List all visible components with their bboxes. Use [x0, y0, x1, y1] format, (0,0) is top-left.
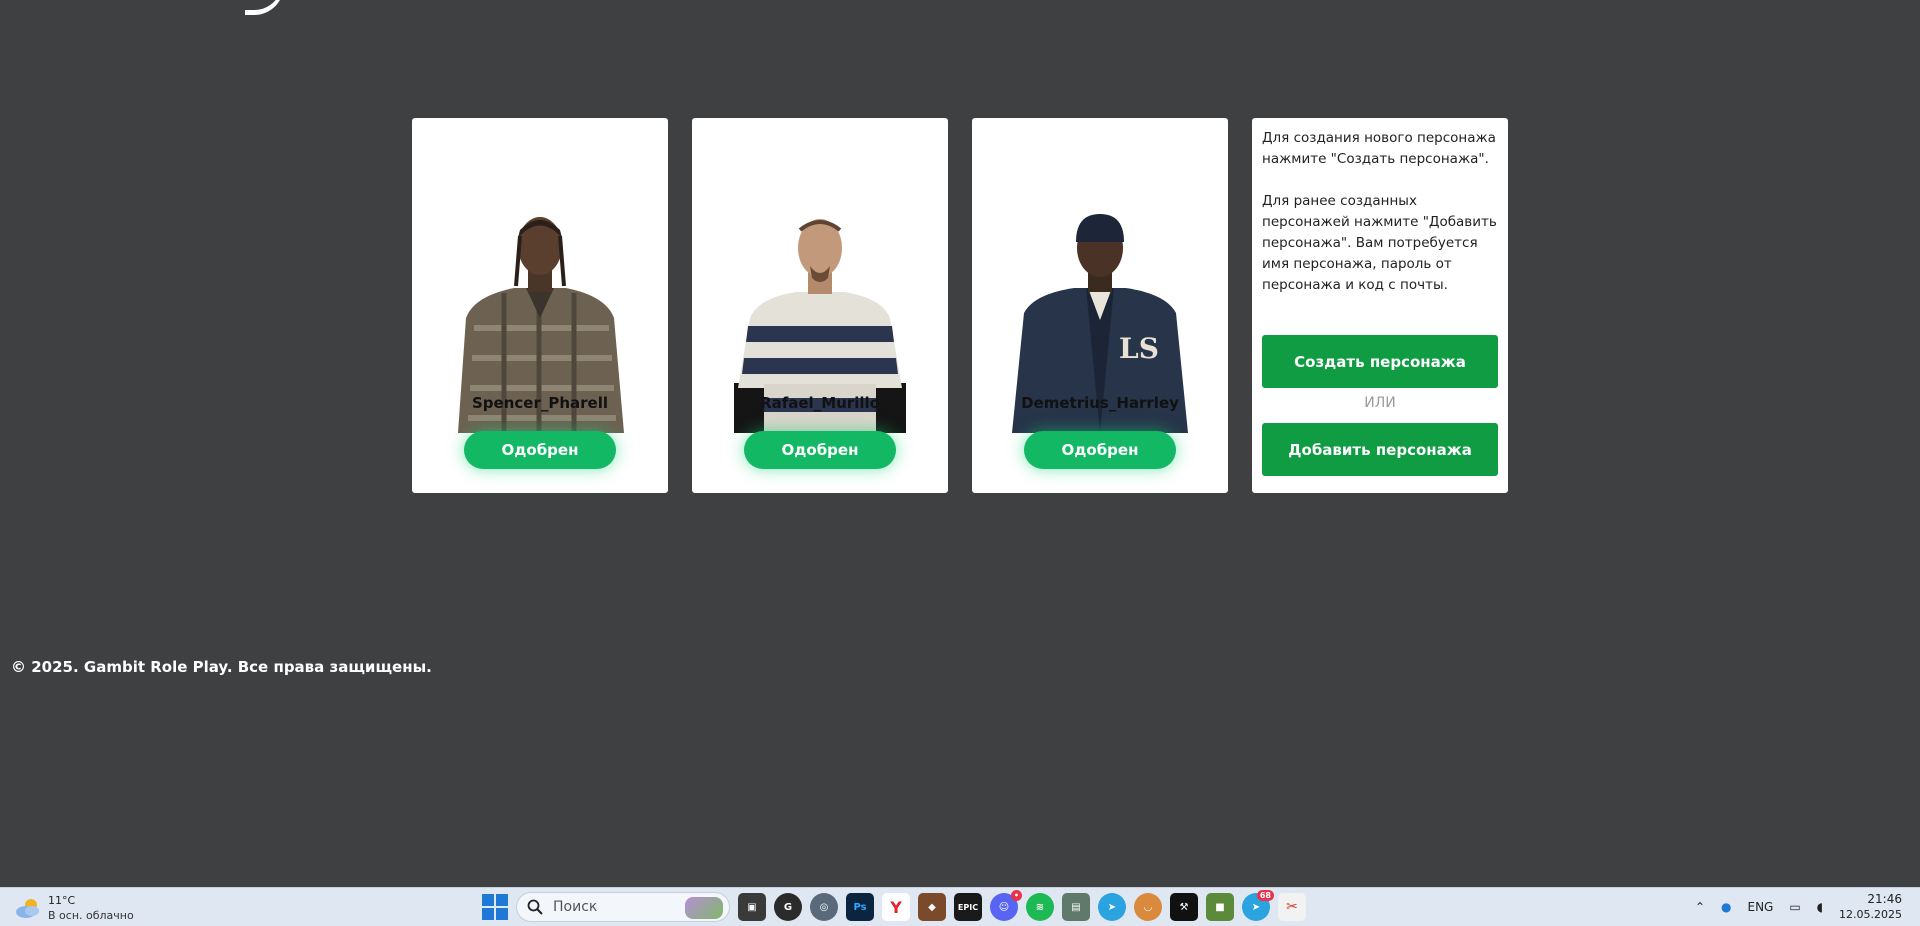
- create-character-button[interactable]: Создать персонажа: [1262, 335, 1498, 388]
- telegram-unread-badge: 68: [1256, 890, 1274, 901]
- character-card[interactable]: Rafael_Murillo Одобрен: [692, 118, 948, 493]
- character-name: Rafael_Murillo: [760, 394, 880, 412]
- discord-notification-badge: •: [1010, 890, 1022, 901]
- chevron-up-icon[interactable]: ⌃: [1695, 900, 1705, 914]
- character-card[interactable]: Spencer_Pharell Одобрен: [412, 118, 668, 493]
- epic-games-icon[interactable]: EPIC: [954, 893, 982, 921]
- character-status-button[interactable]: Одобрен: [1024, 431, 1176, 469]
- photoshop-icon[interactable]: Ps: [846, 893, 874, 921]
- telegram-secondary-icon[interactable]: ➤ 68: [1242, 890, 1274, 921]
- info-create-text: Для создания нового персонажа нажмите "С…: [1262, 130, 1496, 167]
- or-label: ИЛИ: [1364, 395, 1396, 411]
- yandex-browser-icon[interactable]: Y: [882, 893, 910, 921]
- language-indicator[interactable]: ENG: [1747, 900, 1773, 914]
- system-tray: ⌃ ● ENG ▭ ◖ 21:46 12.05.2025: [1695, 888, 1920, 926]
- chromium-browser-icon[interactable]: ◎: [810, 893, 838, 921]
- site-logo-fragment: [245, 0, 284, 15]
- telegram-icon[interactable]: ➤: [1098, 893, 1126, 921]
- footer-copyright: © 2025. Gambit Role Play. Все права защи…: [11, 658, 432, 676]
- weather-cloud-sun-icon: [16, 899, 39, 918]
- search-input[interactable]: [551, 898, 675, 916]
- app-g-icon[interactable]: G: [774, 893, 802, 921]
- taskbar-search[interactable]: [516, 892, 730, 922]
- character-name: Demetrius_Harrley: [1021, 394, 1179, 412]
- character-list: Spencer_Pharell Одобрен Rafael_Murillo О…: [412, 118, 1508, 493]
- search-highlight-image-icon: [685, 897, 723, 919]
- taskbar-apps: ▣ G ◎ Ps Y ◆ EPIC ☺• ≋ ▤ ➤ ◡ ⚒ ■ ➤68 ✂: [482, 890, 1306, 922]
- clock-time: 21:46: [1867, 892, 1902, 906]
- clock-date: 12.05.2025: [1839, 908, 1902, 921]
- search-icon: [527, 899, 543, 915]
- discord-icon[interactable]: ☺ •: [990, 890, 1022, 921]
- character-status-button[interactable]: Одобрен: [464, 431, 616, 469]
- add-character-button[interactable]: Добавить персонажа: [1262, 423, 1498, 476]
- game-launcher-icon[interactable]: ◆: [918, 893, 946, 921]
- character-status-button[interactable]: Одобрен: [744, 431, 896, 469]
- volume-icon[interactable]: ◖: [1817, 900, 1823, 914]
- taskbar: 11°C В осн. облачно ▣ G ◎ Ps Y ◆ EPIC ☺•…: [0, 887, 1920, 926]
- weather-widget[interactable]: 11°C В осн. облачно: [14, 893, 134, 923]
- app-bowl-icon[interactable]: ◡: [1134, 893, 1162, 921]
- character-card[interactable]: LS Demetrius_Harrley Одобрен: [972, 118, 1228, 493]
- app-anvil-icon[interactable]: ⚒: [1170, 893, 1198, 921]
- task-view-icon[interactable]: ▣: [738, 893, 766, 921]
- network-icon[interactable]: ▭: [1789, 900, 1800, 914]
- minecraft-icon[interactable]: ■: [1206, 893, 1234, 921]
- weather-description: В осн. облачно: [48, 909, 134, 922]
- taskbar-clock[interactable]: 21:46 12.05.2025: [1839, 891, 1902, 923]
- svg-text:LS: LS: [1119, 332, 1159, 365]
- app-window-icon[interactable]: ▤: [1062, 893, 1090, 921]
- character-name: Spencer_Pharell: [471, 394, 608, 412]
- info-add-text: Для ранее созданных персонажей нажмите "…: [1262, 193, 1497, 293]
- info-card: Для создания нового персонажа нажмите "С…: [1252, 118, 1508, 493]
- microphone-icon[interactable]: ●: [1721, 900, 1731, 914]
- spotify-icon[interactable]: ≋: [1026, 893, 1054, 921]
- windows-start-icon[interactable]: [482, 894, 508, 920]
- snipping-tool-icon[interactable]: ✂: [1278, 893, 1306, 921]
- weather-temperature: 11°C: [48, 894, 76, 907]
